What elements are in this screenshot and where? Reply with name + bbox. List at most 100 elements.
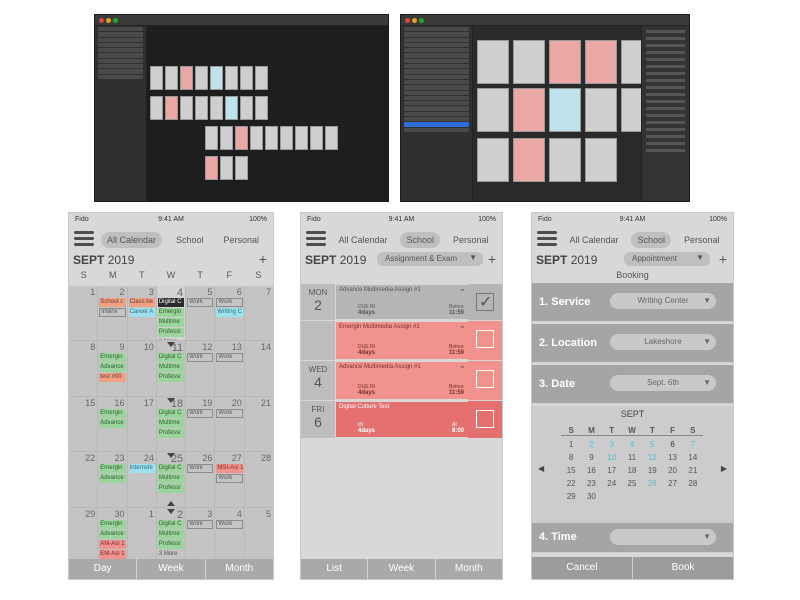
collapse-arrow-icon[interactable] (166, 397, 175, 403)
layer-item[interactable] (98, 64, 143, 69)
event-chip[interactable]: Advance (99, 418, 126, 428)
event-chip[interactable]: test #00 (99, 373, 126, 383)
hamburger-menu-icon[interactable] (537, 231, 557, 247)
day-cell[interactable]: 3 Class be Career A (127, 286, 156, 341)
week-view-button[interactable]: Week (368, 559, 436, 579)
date-cell[interactable]: 20 (662, 466, 682, 475)
event-chip[interactable]: Professi (157, 328, 185, 337)
day-cell[interactable]: 20 Work (215, 396, 244, 452)
event-chip[interactable]: Emergin (99, 519, 126, 529)
day-cell[interactable]: 9 Emergin Advance test #00 (98, 341, 127, 396)
artboard-thumbnail[interactable] (585, 138, 617, 182)
assignment-card[interactable]: Digital Culture Test IN 4days At 8:00 (336, 402, 468, 437)
artboard-thumbnail[interactable] (220, 156, 233, 180)
close-window-icon[interactable] (99, 18, 104, 23)
event-chip[interactable]: Internshi (128, 464, 155, 474)
event-chip[interactable]: School c (99, 298, 126, 307)
artboard-thumbnail[interactable] (150, 66, 163, 90)
assignment-card[interactable]: Advance Multimedia Assign #1 ⌄ DUE IN 4days… (336, 283, 468, 319)
tab-school[interactable]: School (400, 231, 441, 248)
date-select[interactable]: Sept. 6th ▼ (610, 375, 716, 391)
inspector-panel[interactable] (641, 26, 689, 201)
event-chip[interactable]: Advance (99, 363, 126, 373)
event-chip[interactable]: Digital C (157, 519, 185, 529)
artboard-thumbnail[interactable] (325, 126, 338, 150)
more-events-link[interactable]: 3 More (158, 550, 184, 559)
location-select[interactable]: Lakeshore ▼ (610, 334, 716, 350)
maximize-window-icon[interactable] (419, 18, 424, 23)
event-chip[interactable]: Advance (99, 474, 126, 484)
tab-all-calendar[interactable]: All Calendar (100, 231, 163, 248)
day-cell[interactable]: 6 Work Writing C (215, 286, 244, 341)
day-cell[interactable]: 8 (69, 341, 98, 396)
date-cell[interactable]: 7 (683, 440, 703, 449)
event-chip[interactable]: Work (187, 298, 214, 307)
layer-item[interactable] (404, 85, 469, 90)
day-cell[interactable]: 2 School c Intervi (98, 286, 127, 341)
add-event-button[interactable]: + (259, 251, 267, 267)
day-cell[interactable]: 29 (69, 507, 98, 562)
artboard-thumbnail[interactable] (513, 40, 545, 84)
event-chip[interactable]: Multime (157, 474, 185, 484)
layer-item[interactable] (98, 48, 143, 53)
event-chip[interactable]: AM-Asi 1 (99, 539, 126, 549)
date-cell[interactable]: 30 (581, 492, 601, 501)
date-cell[interactable]: 25 (622, 479, 642, 488)
maximize-window-icon[interactable] (113, 18, 118, 23)
close-window-icon[interactable] (405, 18, 410, 23)
layer-item[interactable] (98, 58, 143, 64)
artboard-thumbnail[interactable] (549, 88, 581, 132)
artboard-thumbnail[interactable] (477, 40, 509, 84)
add-event-button[interactable]: + (719, 251, 727, 267)
event-chip[interactable]: Multime (157, 318, 185, 327)
layer-item[interactable] (404, 64, 469, 69)
artboard-thumbnail[interactable] (513, 88, 545, 132)
cancel-button[interactable]: Cancel (532, 557, 633, 579)
tab-school[interactable]: School (631, 231, 672, 248)
event-chip[interactable]: Professi (157, 373, 185, 383)
layer-item[interactable] (404, 79, 469, 85)
artboard-thumbnail[interactable] (195, 66, 208, 90)
event-chip[interactable]: Digital C (157, 408, 185, 418)
artboard-thumbnail[interactable] (165, 96, 178, 120)
layer-item[interactable] (404, 32, 469, 37)
artboard-thumbnail[interactable] (477, 138, 509, 182)
expand-arrow-icon[interactable] (166, 500, 175, 506)
artboard-thumbnail[interactable] (240, 96, 253, 120)
date-cell[interactable]: 16 (581, 466, 601, 475)
event-chip[interactable]: Multime (157, 418, 185, 428)
hamburger-menu-icon[interactable] (74, 231, 94, 247)
artboard-thumbnail[interactable] (225, 66, 238, 90)
layer-item[interactable] (404, 48, 469, 53)
assignment-row[interactable]: MON 2 Advance Multimedia Assign #1 ⌄ DUE IN 4… (301, 283, 502, 321)
day-cell[interactable]: 15 (69, 396, 98, 452)
day-cell[interactable]: 13 Work (215, 341, 244, 396)
artboard-thumbnail[interactable] (235, 156, 248, 180)
layer-item[interactable] (404, 37, 469, 42)
day-cell[interactable]: 22 (69, 452, 98, 507)
layer-item[interactable] (404, 101, 469, 106)
date-cell[interactable]: 13 (662, 453, 682, 462)
date-cell[interactable]: 1 (561, 440, 581, 449)
date-cell[interactable]: 2 (581, 440, 601, 449)
event-chip[interactable]: Work (187, 519, 214, 529)
day-view-button[interactable]: Day (69, 559, 138, 579)
event-chip[interactable]: Work (216, 298, 243, 307)
collapse-arrow-icon[interactable] (166, 508, 175, 514)
event-chip[interactable]: Work (187, 464, 214, 474)
layer-item[interactable] (98, 69, 143, 74)
layer-item[interactable] (98, 53, 143, 58)
layer-item[interactable] (98, 42, 143, 48)
artboard-thumbnail[interactable] (240, 66, 253, 90)
artboard-thumbnail[interactable] (477, 88, 509, 132)
date-cell[interactable]: 26 (642, 479, 662, 488)
artboard-thumbnail[interactable] (220, 126, 233, 150)
layer-item[interactable] (98, 27, 143, 32)
day-cell[interactable]: 4 Work (215, 507, 244, 562)
service-select[interactable]: Writing Center ▼ (610, 293, 716, 309)
layers-panel[interactable] (95, 26, 147, 201)
layer-item[interactable] (404, 122, 469, 127)
day-cell[interactable]: 2 Digital C Multime Professi 3 More (156, 507, 186, 562)
layer-item[interactable] (404, 111, 469, 117)
day-cell[interactable]: 12 Work (186, 341, 215, 396)
